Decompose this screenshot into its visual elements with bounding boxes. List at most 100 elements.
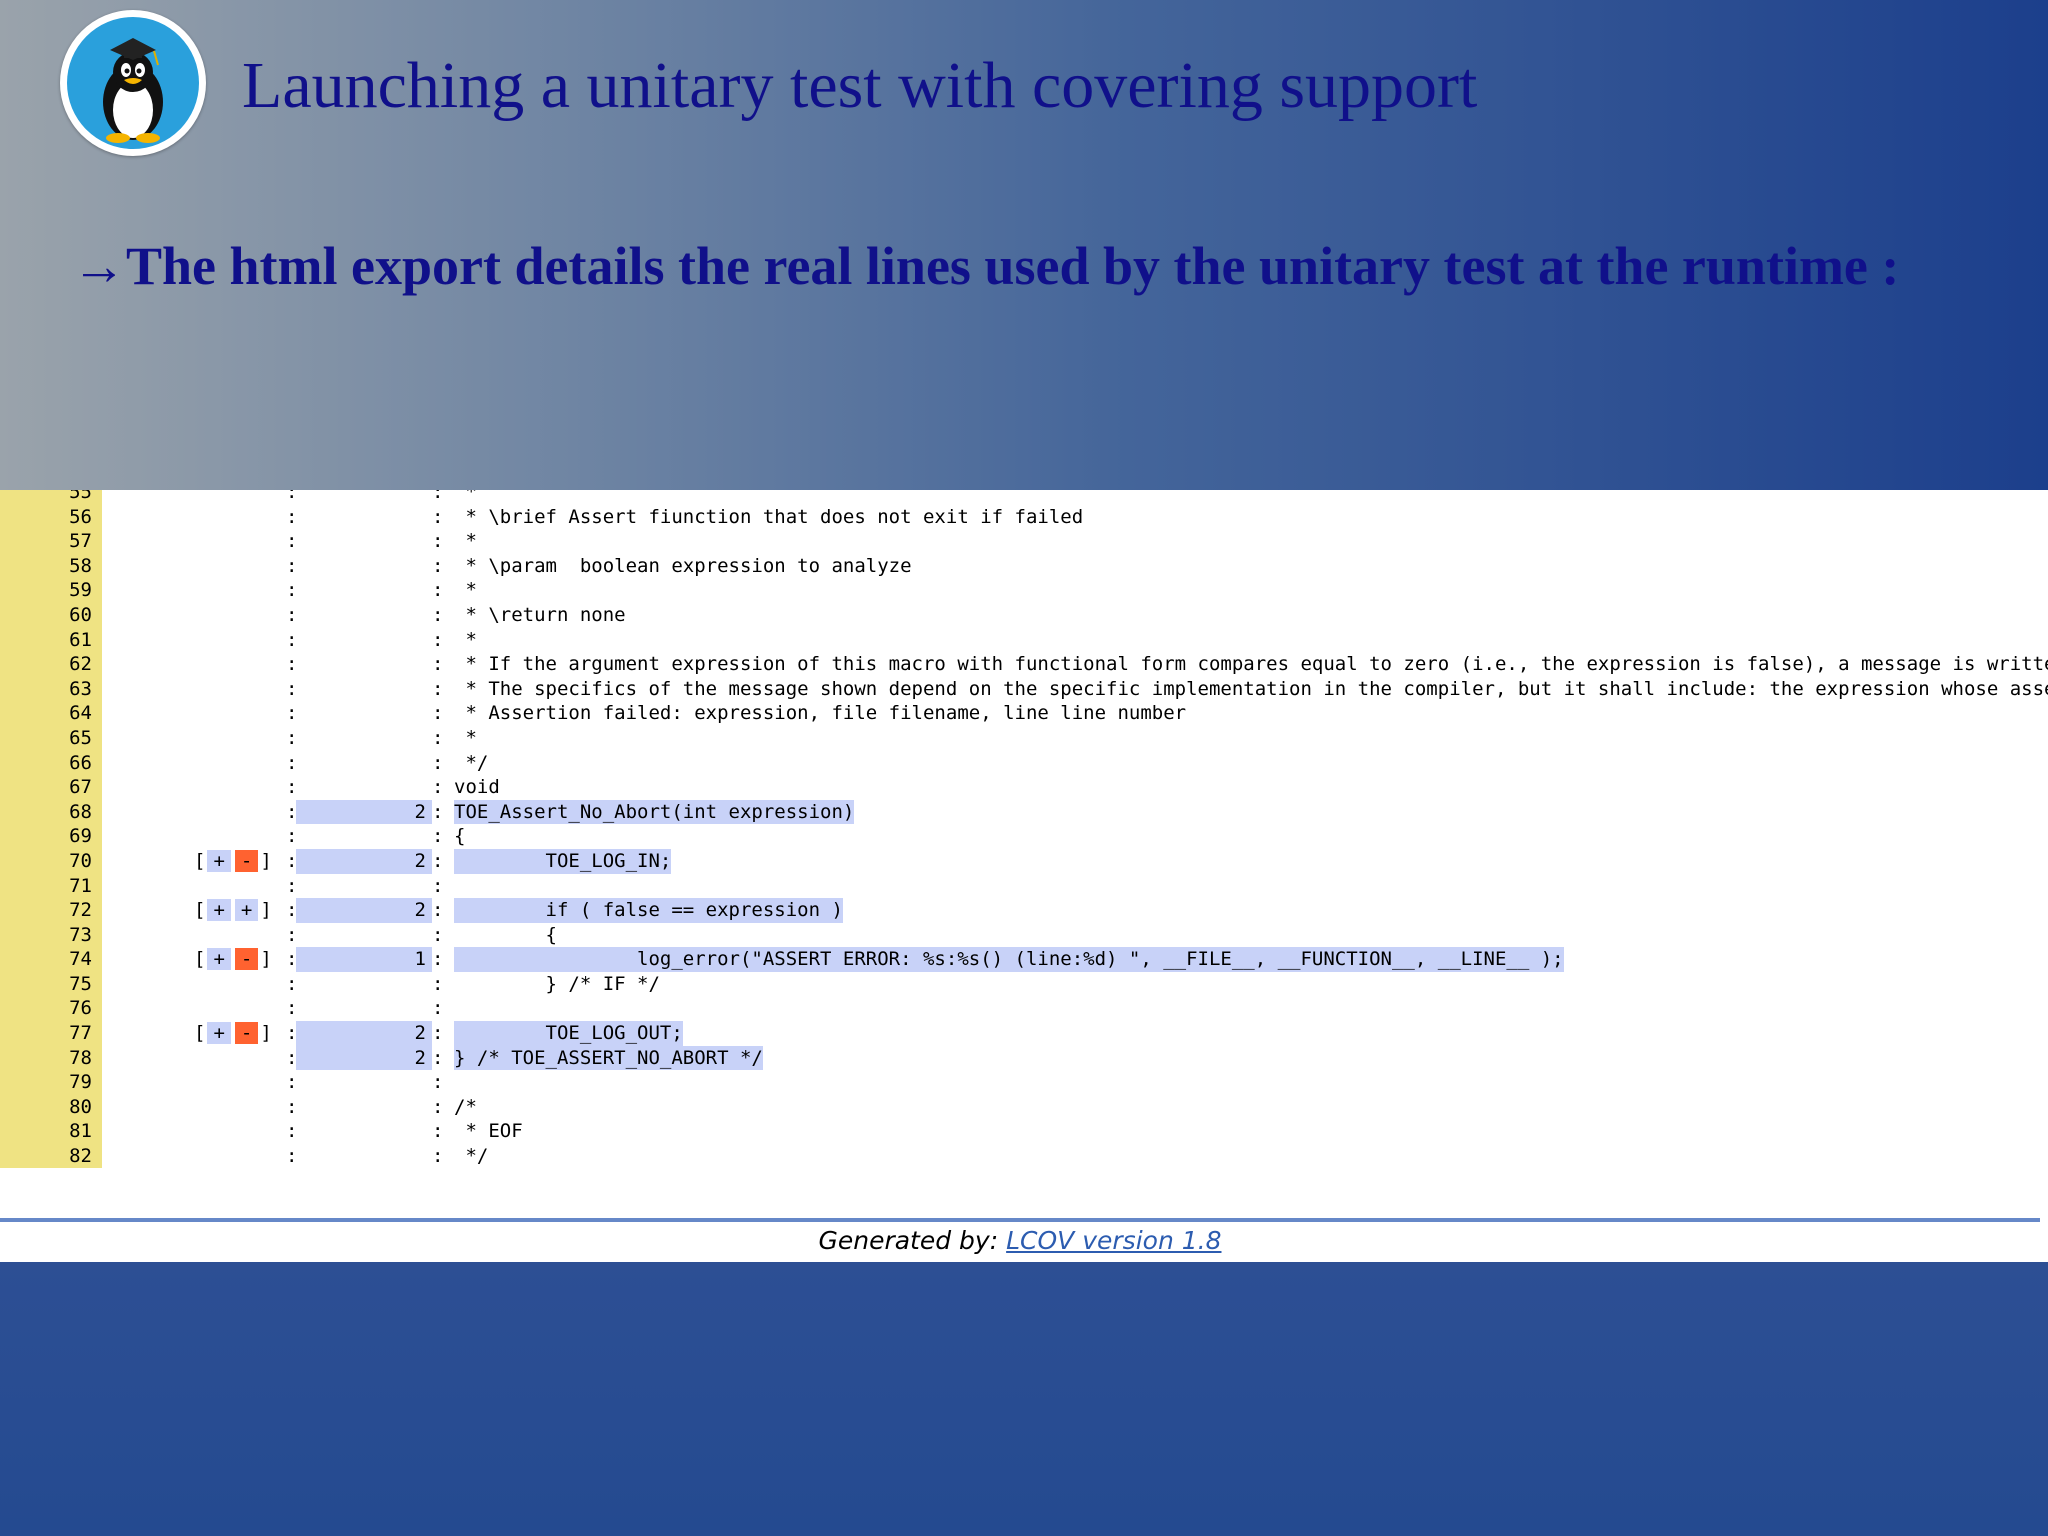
code-line: 56:: * \brief Assert fiunction that does… (0, 505, 2048, 530)
hit-count: 2 (296, 848, 432, 874)
line-number: 67 (69, 776, 92, 799)
source-code: * (454, 490, 477, 503)
branch-coverage: [+ -] (194, 948, 272, 971)
column-separator: : (286, 899, 298, 922)
line-number: 70 (69, 849, 92, 872)
column-separator: : (286, 923, 298, 946)
branch-coverage: [+ -] (194, 1022, 272, 1045)
branch-coverage: [+ +] (194, 899, 272, 922)
column-separator: : (286, 702, 298, 725)
column-separator: : (432, 530, 444, 553)
column-separator: : (286, 1095, 298, 1118)
branch-coverage (194, 1119, 288, 1144)
source-code: * \param boolean expression to analyze (454, 554, 912, 577)
code-line: 57:: * (0, 529, 2048, 554)
line-number: 62 (69, 653, 92, 676)
column-separator: : (432, 1095, 444, 1118)
code-line: 69:: { (0, 824, 2048, 849)
code-line: 81:: * EOF (0, 1119, 2048, 1144)
column-separator: : (432, 1145, 444, 1168)
lcov-version-link[interactable]: LCOV version 1.8 (1006, 1226, 1221, 1255)
column-separator: : (286, 726, 298, 749)
branch-coverage (194, 677, 288, 702)
code-line: 61:: * (0, 628, 2048, 653)
footer-prefix: Generated by: (818, 1226, 1007, 1255)
footer-rule (0, 1218, 2040, 1222)
code-line: 59:: * (0, 578, 2048, 603)
report-footer: Generated by: LCOV version 1.8 (0, 1226, 2040, 1255)
branch-taken: + (234, 899, 259, 922)
code-line: 73:: { (0, 923, 2048, 948)
column-separator: : (286, 997, 298, 1020)
column-separator: : (286, 579, 298, 602)
line-number: 71 (69, 874, 92, 897)
source-code: TOE_LOG_IN; (454, 848, 672, 874)
column-separator: : (432, 702, 444, 725)
branch-coverage (194, 824, 288, 849)
column-separator: : (286, 800, 298, 823)
hit-count: 2 (296, 1021, 432, 1046)
column-separator: : (432, 677, 444, 700)
column-separator: : (432, 653, 444, 676)
column-separator: : (286, 1046, 298, 1069)
source-code: * The specifics of the message shown dep… (454, 677, 2048, 700)
branch-coverage (194, 923, 288, 948)
code-line: 68:2: TOE_Assert_No_Abort(int expression) (0, 799, 2048, 825)
line-number: 79 (69, 1071, 92, 1094)
code-line: 74 [+ -]:1: log_error("ASSERT ERROR: %s:%s… (0, 947, 2048, 972)
line-number: 65 (69, 726, 92, 749)
column-separator: : (432, 923, 444, 946)
column-separator: : (286, 530, 298, 553)
column-separator: : (432, 1046, 444, 1069)
line-number: 80 (69, 1095, 92, 1118)
line-number: 63 (69, 677, 92, 700)
column-separator: : (432, 751, 444, 774)
line-number: 74 (69, 948, 92, 971)
source-code: * \return none (454, 603, 626, 626)
column-separator: : (286, 776, 298, 799)
branch-coverage (194, 1046, 288, 1071)
code-line: 67:: void (0, 775, 2048, 800)
branch-coverage (194, 751, 288, 776)
branch-coverage (194, 874, 288, 899)
column-separator: : (286, 653, 298, 676)
code-line: 66:: */ (0, 751, 2048, 776)
branch-not-taken: - (234, 849, 259, 872)
column-separator: : (432, 554, 444, 577)
line-number: 73 (69, 923, 92, 946)
source-code: { (454, 825, 466, 848)
code-line: 55:: * (0, 490, 2048, 505)
column-separator: : (286, 1022, 298, 1045)
column-separator: : (432, 505, 444, 528)
column-separator: : (432, 1071, 444, 1094)
slide-bottom-background (0, 1262, 2048, 1536)
column-separator: : (432, 1120, 444, 1143)
code-line: 70 [+ -]:2: TOE_LOG_IN; (0, 848, 2048, 874)
source-code: } /* IF */ (454, 972, 660, 995)
source-code: if ( false == expression ) (454, 898, 843, 923)
branch-not-taken: - (234, 1022, 259, 1045)
branch-coverage (194, 800, 288, 825)
source-code: log_error("ASSERT ERROR: %s:%s() (line:%… (454, 947, 1564, 972)
branch-coverage (194, 1144, 288, 1169)
column-separator: : (432, 825, 444, 848)
source-code: { (454, 923, 557, 946)
column-separator: : (432, 948, 444, 971)
line-number: 66 (69, 751, 92, 774)
line-number: 75 (69, 972, 92, 995)
line-number: 64 (69, 702, 92, 725)
code-line: 77 [+ -]:2: TOE_LOG_OUT; (0, 1021, 2048, 1046)
source-code: TOE_Assert_No_Abort(int expression) (454, 799, 855, 825)
column-separator: : (432, 972, 444, 995)
branch-coverage (194, 996, 288, 1021)
source-code: /* (454, 1095, 477, 1118)
code-line: 75:: } /* IF */ (0, 972, 2048, 997)
branch-coverage (194, 1095, 288, 1120)
code-line: 80:: /* (0, 1095, 2048, 1120)
line-number: 69 (69, 825, 92, 848)
source-code: * EOF (454, 1120, 523, 1143)
code-line: 64:: * Assertion failed: expression, fil… (0, 701, 2048, 726)
source-code: } /* TOE_ASSERT_NO_ABORT */ (454, 1045, 763, 1071)
line-number: 77 (69, 1022, 92, 1045)
line-number: 60 (69, 603, 92, 626)
